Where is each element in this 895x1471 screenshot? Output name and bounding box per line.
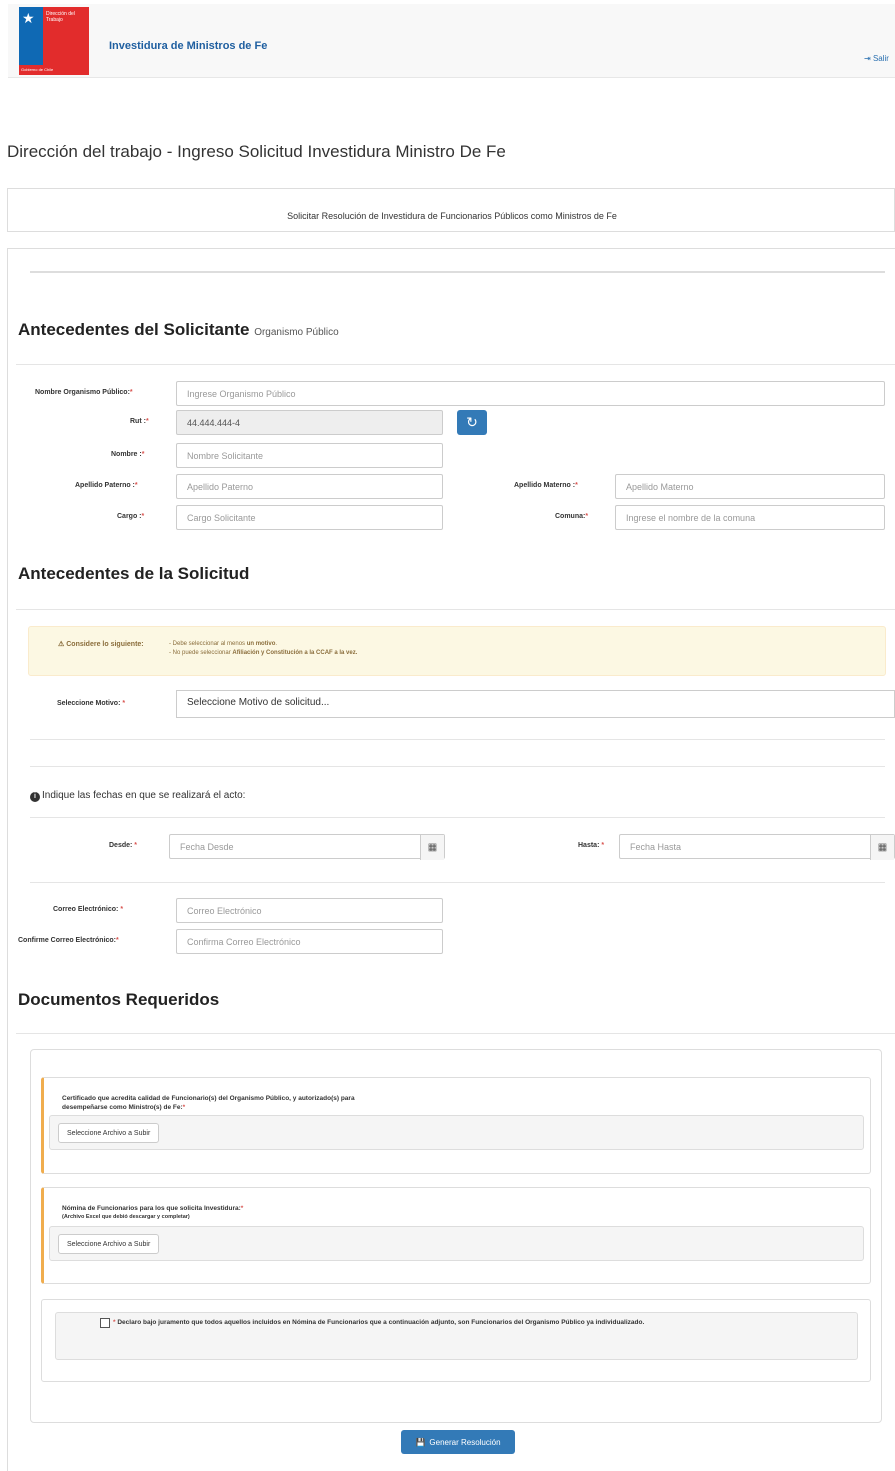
section-subtitle: Organismo Público — [254, 327, 339, 338]
motivo-select[interactable]: Seleccione Motivo de solicitud... — [176, 690, 895, 718]
declaration-card: * Declaro bajo juramento que todos aquel… — [41, 1299, 871, 1382]
document-note: (Archivo Excel que debió descargar y com… — [62, 1214, 190, 1220]
nombre-label: Nombre :* — [111, 451, 145, 458]
document-title: Nómina de Funcionarios para los que soli… — [62, 1205, 244, 1212]
divider — [30, 271, 885, 273]
info-banner: Solicitar Resolución de Investidura de F… — [7, 188, 895, 232]
organismo-input[interactable]: Ingrese Organismo Público — [176, 381, 885, 406]
fecha-hasta-input[interactable]: Fecha Hasta ▦ — [619, 834, 895, 860]
documents-panel: Certificado que acredita calidad de Func… — [30, 1049, 882, 1423]
banner-text: Solicitar Resolución de Investidura de F… — [287, 211, 617, 221]
section-title-text: Antecedentes del Solicitante — [18, 320, 250, 339]
refresh-button[interactable]: ↻ — [457, 410, 487, 435]
info-icon: i — [30, 792, 40, 802]
page-title: Dirección del trabajo - Ingreso Solicitu… — [7, 142, 506, 161]
section-title-solicitud: Antecedentes de la Solicitud — [18, 564, 250, 583]
document-card-nomina: Nómina de Funcionarios para los que soli… — [41, 1187, 871, 1284]
apellido-materno-input[interactable]: Apellido Materno — [615, 474, 885, 499]
divider — [30, 766, 885, 767]
confirma-correo-input[interactable]: Confirma Correo Electrónico — [176, 929, 443, 954]
comuna-label: Comuna:* — [555, 513, 589, 520]
declaration-text: * Declaro bajo juramento que todos aquel… — [113, 1319, 645, 1326]
correo-label: Correo Electrónico: * — [53, 906, 124, 913]
warning-label: ⚠ Considere lo siguiente: — [58, 641, 144, 648]
submit-label: Generar Resolución — [429, 1437, 501, 1447]
motivo-label: Seleccione Motivo: * — [57, 700, 126, 707]
calendar-icon[interactable]: ▦ — [420, 835, 444, 860]
fecha-hasta-placeholder: Fecha Hasta — [630, 841, 682, 852]
divider — [30, 739, 885, 740]
logo-text: Dirección del Trabajo — [46, 11, 75, 23]
select-file-button[interactable]: Seleccione Archivo a Subir — [58, 1234, 160, 1254]
fecha-desde-placeholder: Fecha Desde — [180, 841, 234, 852]
hasta-label: Hasta: * — [578, 842, 605, 849]
divider — [30, 882, 885, 883]
generar-resolucion-button[interactable]: 💾 Generar Resolución — [401, 1430, 515, 1454]
star-icon: ★ — [22, 10, 35, 26]
document-title: Certificado que acredita calidad de Func… — [62, 1095, 355, 1111]
apellido-materno-label: Apellido Materno :* — [514, 482, 578, 489]
app-title[interactable]: Investidura de Ministros de Fe — [109, 40, 267, 52]
logout-link[interactable]: ⇥ Salir — [864, 54, 889, 63]
correo-input[interactable]: Correo Electrónico — [176, 898, 443, 923]
logo-footer-text: Gobierno de Chile — [21, 67, 54, 72]
warning-icon: ⚠ — [58, 641, 65, 648]
divider — [16, 609, 895, 610]
sign-out-icon: ⇥ — [864, 54, 871, 63]
confirma-correo-label: Confirme Correo Electrónico:* — [18, 937, 119, 944]
select-file-button[interactable]: Seleccione Archivo a Subir — [58, 1123, 160, 1143]
cargo-input[interactable]: Cargo Solicitante — [176, 505, 443, 530]
file-upload-well: Seleccione Archivo a Subir — [49, 1226, 864, 1261]
rut-label: Rut :* — [130, 418, 149, 425]
fechas-note: i Indique las fechas en que se realizará … — [30, 790, 245, 802]
file-upload-well: Seleccione Archivo a Subir — [49, 1115, 864, 1150]
rut-input[interactable]: 44.444.444-4 — [176, 410, 443, 435]
warning-alert: ⚠ Considere lo siguiente: - Debe selecci… — [28, 626, 886, 676]
comuna-input[interactable]: Ingrese el nombre de la comuna — [615, 505, 885, 530]
desde-label: Desde: * — [109, 842, 138, 849]
organismo-label: Nombre Organismo Público:* — [35, 389, 133, 396]
divider — [30, 817, 885, 818]
refresh-icon: ↻ — [466, 414, 478, 430]
divider — [16, 364, 895, 365]
save-icon: 💾 — [415, 1437, 426, 1447]
calendar-icon[interactable]: ▦ — [870, 835, 894, 860]
fecha-desde-input[interactable]: Fecha Desde ▦ — [169, 834, 445, 860]
warning-lines: - Debe seleccionar al menos un motivo. -… — [169, 641, 358, 656]
declaration-checkbox[interactable] — [100, 1318, 110, 1328]
app-header: ★ Dirección del Trabajo Gobierno de Chil… — [8, 4, 895, 78]
apellido-paterno-input[interactable]: Apellido Paterno — [176, 474, 443, 499]
section-title-solicitante: Antecedentes del Solicitante Organismo P… — [18, 320, 339, 340]
gobierno-logo[interactable]: ★ Dirección del Trabajo Gobierno de Chil… — [19, 7, 89, 75]
document-card-certificado: Certificado que acredita calidad de Func… — [41, 1077, 871, 1174]
section-title-documentos: Documentos Requeridos — [18, 990, 220, 1009]
nombre-input[interactable]: Nombre Solicitante — [176, 443, 443, 468]
apellido-paterno-label: Apellido Paterno :* — [75, 482, 138, 489]
divider — [16, 1033, 895, 1034]
logout-label: Salir — [872, 54, 889, 63]
cargo-label: Cargo :* — [117, 513, 145, 520]
